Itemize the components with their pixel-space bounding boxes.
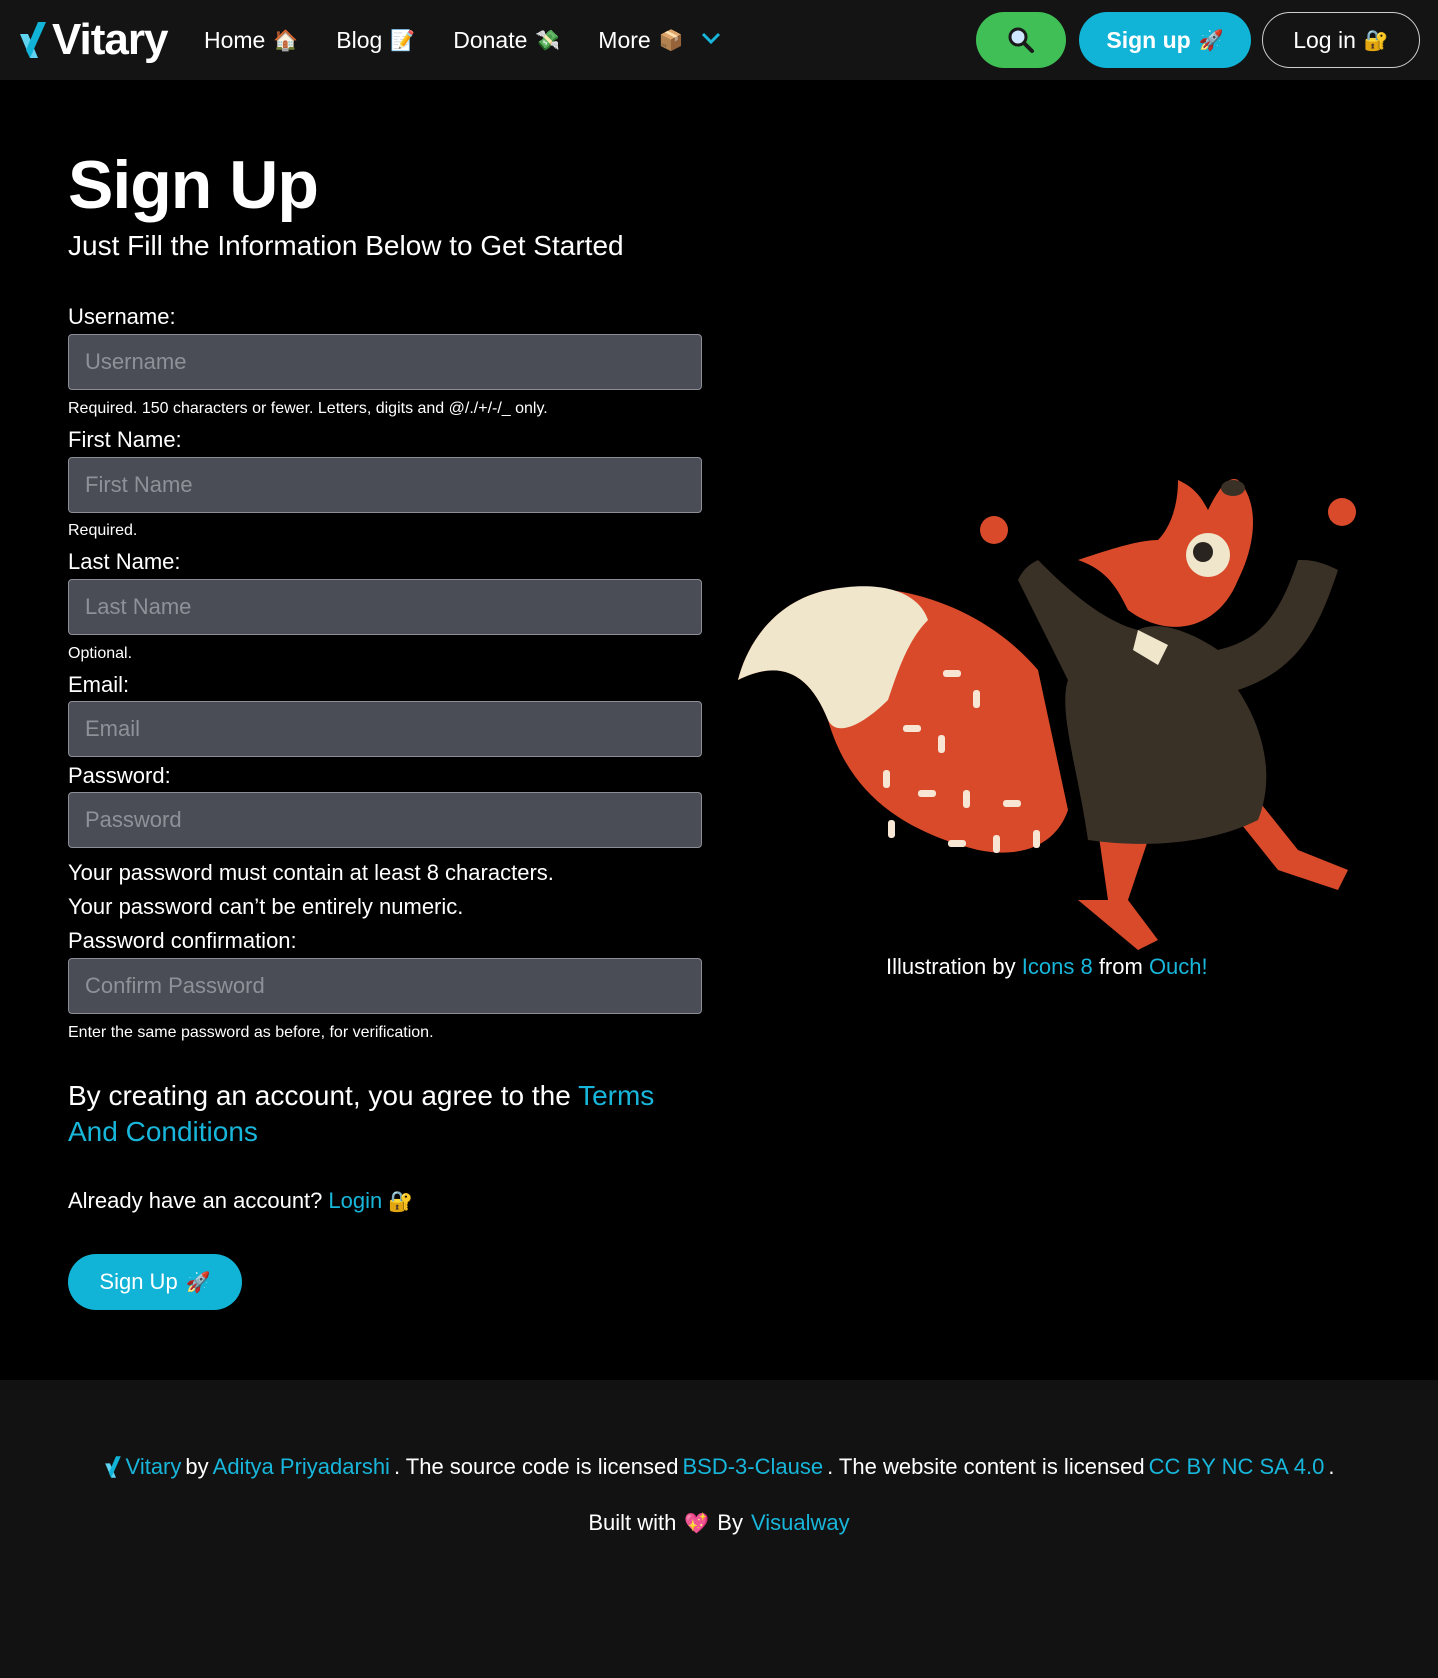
login-nav-label: Log in [1293, 26, 1356, 53]
lock-icon: 🔐 [388, 1189, 414, 1213]
first-name-label: First Name: [68, 427, 182, 452]
nav-home-label: Home [204, 26, 266, 53]
last-name-input[interactable] [68, 579, 702, 635]
bsd-license-link[interactable]: BSD-3-Clause [682, 1454, 823, 1480]
content-text: . The website content is licensed [827, 1454, 1145, 1479]
credit-prefix: Illustration by [886, 954, 1016, 979]
illustration-credit: Illustration by Icons 8 from Ouch! [886, 954, 1208, 980]
vitary-logo-icon [104, 1456, 121, 1478]
terms-text: By creating an account, you agree to the [68, 1080, 571, 1111]
icons8-link[interactable]: Icons 8 [1022, 954, 1093, 979]
fox-illustration [738, 479, 1356, 950]
footer-end: . [1328, 1454, 1335, 1479]
footer-by: by [185, 1454, 209, 1479]
password-rule: Your password can’t be entirely numeric. [68, 894, 464, 919]
memo-icon: 📝 [390, 28, 416, 52]
built-by-text: By [717, 1510, 743, 1535]
login-nav-button[interactable]: Log in 🔐 [1262, 12, 1420, 68]
search-button[interactable] [976, 12, 1066, 68]
footer: Vitary by Aditya Priyadarshi. The source… [0, 1380, 1438, 1678]
built-with-text: Built with [588, 1510, 677, 1535]
last-name-help: Optional. [68, 645, 133, 662]
package-icon: 📦 [658, 28, 684, 52]
rocket-icon: 🚀 [1198, 28, 1224, 52]
email-label: Email: [68, 672, 130, 697]
login-link[interactable]: Login [328, 1188, 382, 1214]
page-subtitle: Just Fill the Information Below to Get S… [68, 230, 624, 261]
money-icon: 💸 [535, 28, 561, 52]
username-help: Required. 150 characters or fewer. Lette… [68, 400, 548, 417]
first-name-input[interactable] [68, 457, 702, 513]
nav-donate[interactable]: Donate 💸 [453, 22, 560, 58]
nav-links: Home 🏠 Blog 📝 Donate 💸 More 📦 [204, 22, 722, 58]
nav-donate-label: Donate [453, 26, 528, 53]
password-input[interactable] [68, 792, 702, 848]
password-rule: Your password must contain at least 8 ch… [68, 860, 554, 885]
nav-blog[interactable]: Blog 📝 [336, 22, 415, 58]
nav-more[interactable]: More 📦 [598, 22, 683, 58]
signup-submit-button[interactable]: Sign Up 🚀 [68, 1254, 242, 1310]
house-icon: 🏠 [273, 28, 299, 52]
footer-brand-link[interactable]: Vitary [126, 1454, 182, 1480]
nav-blog-label: Blog [336, 26, 383, 53]
terms-notice: By creating an account, you agree to the… [68, 1078, 708, 1150]
password-confirm-help: Enter the same password as before, for v… [68, 1024, 434, 1041]
login-prompt: Already have an account? Login 🔐 [68, 1188, 413, 1214]
heart-icon: 💖 [684, 1511, 710, 1535]
lock-icon: 🔐 [1363, 28, 1389, 52]
vitary-logo-icon [20, 22, 46, 58]
nav-home[interactable]: Home 🏠 [204, 22, 298, 58]
chevron-down-icon[interactable] [700, 31, 722, 50]
brand-link[interactable]: Vitary [18, 14, 168, 66]
already-text: Already have an account? [68, 1188, 323, 1213]
footer-built-line: Built with 💖 By Visualway [0, 1510, 1438, 1536]
page-title: Sign Up [68, 147, 319, 223]
signup-nav-label: Sign up [1106, 26, 1191, 53]
username-label: Username: [68, 304, 176, 329]
nav-more-label: More [598, 26, 651, 53]
footer-license-line: Vitary by Aditya Priyadarshi. The source… [0, 1454, 1438, 1480]
password-confirm-label: Password confirmation: [68, 928, 297, 953]
brand-name: Vitary [52, 15, 168, 64]
source-text: . The source code is licensed [393, 1454, 679, 1479]
credit-from: from [1098, 954, 1143, 979]
navbar: Vitary Home 🏠 Blog 📝 Donate 💸 More 📦 Sig… [0, 0, 1438, 80]
visualway-link[interactable]: Visualway [751, 1510, 850, 1536]
ouch-link[interactable]: Ouch! [1149, 954, 1208, 979]
first-name-help: Required. [68, 522, 138, 539]
username-input[interactable] [68, 334, 702, 390]
password-confirm-input[interactable] [68, 958, 702, 1014]
password-label: Password: [68, 763, 171, 788]
last-name-label: Last Name: [68, 549, 181, 574]
signup-nav-button[interactable]: Sign up 🚀 [1079, 12, 1251, 68]
search-icon [1008, 27, 1034, 53]
email-input[interactable] [68, 701, 702, 757]
author-link[interactable]: Aditya Priyadarshi [213, 1454, 390, 1480]
rocket-icon: 🚀 [185, 1270, 211, 1294]
cc-license-link[interactable]: CC BY NC SA 4.0 [1149, 1454, 1325, 1480]
signup-submit-label: Sign Up [99, 1269, 178, 1294]
